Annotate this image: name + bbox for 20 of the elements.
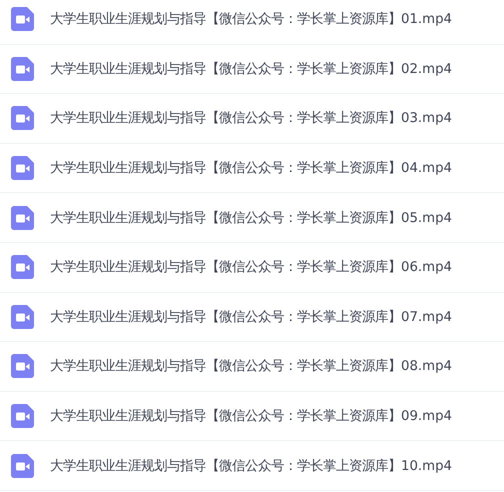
file-name[interactable]: 大学生职业生涯规划与指导【微信公众号：学长掌上资源库】09.mp4 [50, 407, 452, 426]
file-name[interactable]: 大学生职业生涯规划与指导【微信公众号：学长掌上资源库】05.mp4 [50, 208, 452, 227]
file-name[interactable]: 大学生职业生涯规划与指导【微信公众号：学长掌上资源库】08.mp4 [50, 357, 452, 376]
video-file-icon [11, 156, 34, 180]
file-name[interactable]: 大学生职业生涯规划与指导【微信公众号：学长掌上资源库】06.mp4 [50, 258, 452, 276]
video-file-icon [11, 304, 34, 329]
video-file-icon [11, 106, 34, 130]
file-name[interactable]: 大学生职业生涯规划与指导【微信公众号：学长掌上资源库】02.mp4 [50, 60, 452, 78]
file-name[interactable]: 大学生职业生涯规划与指导【微信公众号：学长掌上资源库】07.mp4 [50, 308, 452, 326]
video-file-icon [11, 255, 34, 280]
video-file-icon [11, 404, 34, 428]
video-file-icon [11, 206, 34, 230]
file-name[interactable]: 大学生职业生涯规划与指导【微信公众号：学长掌上资源库】03.mp4 [50, 109, 452, 128]
video-file-icon [11, 354, 34, 378]
video-file-icon [11, 454, 34, 478]
video-file-icon [11, 56, 34, 81]
video-file-icon [11, 7, 34, 32]
file-name[interactable]: 大学生职业生涯规划与指导【微信公众号：学长掌上资源库】10.mp4 [50, 456, 452, 475]
file-name[interactable]: 大学生职业生涯规划与指导【微信公众号：学长掌上资源库】01.mp4 [50, 10, 452, 28]
file-name[interactable]: 大学生职业生涯规划与指导【微信公众号：学长掌上资源库】04.mp4 [50, 159, 452, 178]
